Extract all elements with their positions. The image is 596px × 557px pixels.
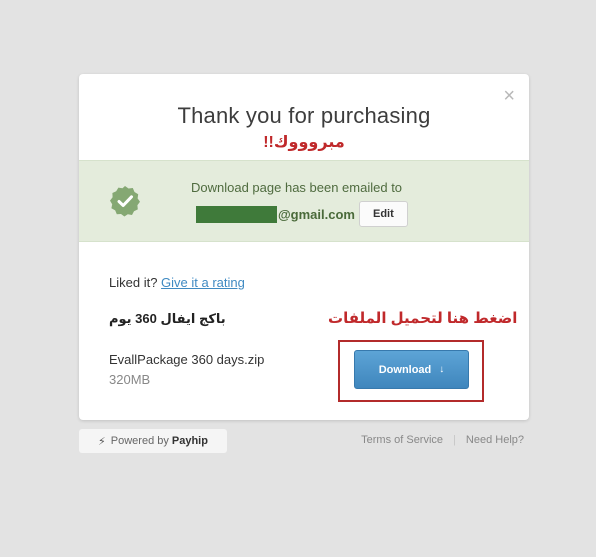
help-link[interactable]: Need Help? <box>466 434 524 446</box>
rating-prefix: Liked it? <box>109 275 158 290</box>
download-hint: اضغط هنا لتحميل الملفات <box>328 310 518 327</box>
edit-email-button[interactable]: Edit <box>358 201 408 227</box>
footer-separator: | <box>453 434 456 446</box>
terms-link[interactable]: Terms of Service <box>361 434 443 446</box>
email-notice: Download page has been emailed to @gmail… <box>79 160 529 242</box>
email-domain: @gmail.com <box>278 206 355 222</box>
file-name: EvallPackage 360 days.zip <box>109 352 265 367</box>
powered-prefix: Powered by <box>110 435 169 447</box>
footer-links: Terms of Service | Need Help? <box>361 434 524 446</box>
modal-title: Thank you for purchasing <box>177 103 431 128</box>
download-label: Download <box>378 363 432 376</box>
powered-by-payhip[interactable]: ⚡ Powered by Payhip <box>79 429 227 453</box>
bolt-icon: ⚡ <box>98 435 106 448</box>
file-size: 320MB <box>109 372 151 387</box>
email-row: @gmail.com Edit <box>196 201 408 227</box>
rating-link[interactable]: Give it a rating <box>161 275 245 290</box>
purchase-modal: × Thank you for purchasing مبروووك!! Dow… <box>79 74 529 420</box>
check-badge-icon <box>110 186 140 217</box>
rating-prompt: Liked it? Give it a rating <box>109 275 245 290</box>
download-arrow-icon: ↓ <box>439 364 445 375</box>
email-redaction <box>196 205 277 223</box>
package-name: باكج ايفال 360 يوم <box>109 311 226 326</box>
payhip-brand: Payhip <box>171 435 208 447</box>
download-button[interactable]: Download ↓ <box>354 350 469 389</box>
notice-text: Download page has been emailed to <box>191 180 403 195</box>
congrats-text: مبروووك!! <box>263 134 345 151</box>
